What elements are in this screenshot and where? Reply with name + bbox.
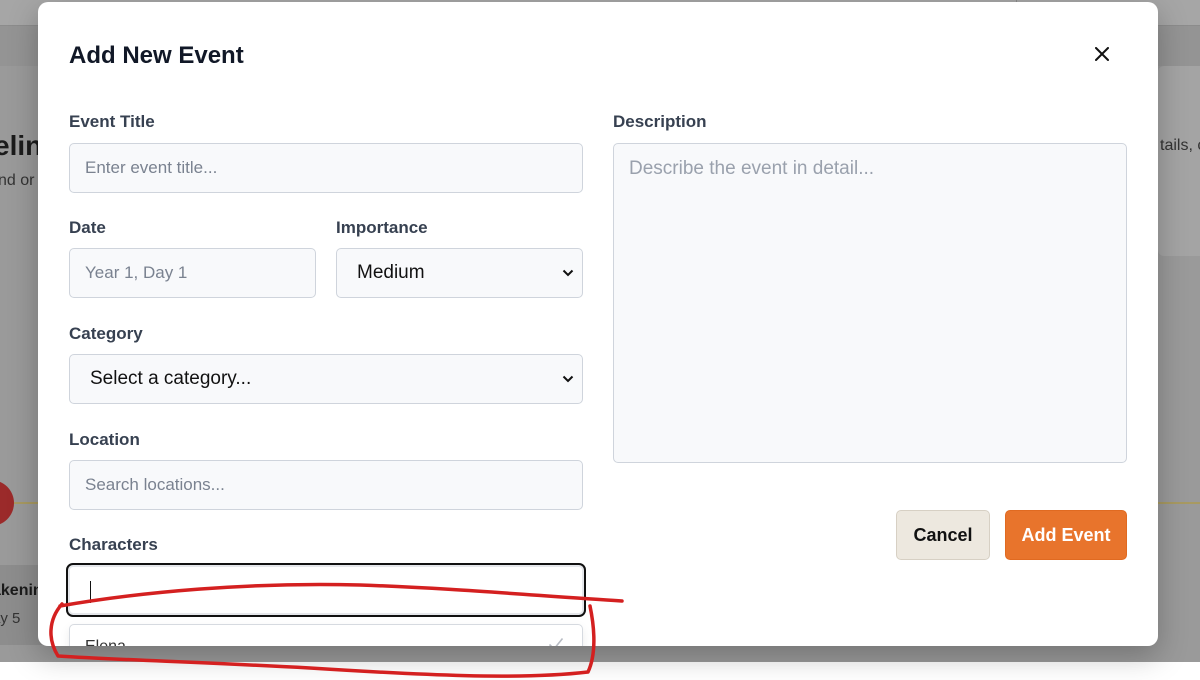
importance-select[interactable]: Medium bbox=[336, 248, 583, 298]
background-event-title: akenin bbox=[0, 582, 43, 599]
check-icon bbox=[548, 637, 564, 646]
timeline-marker bbox=[0, 480, 14, 526]
event-title-placeholder: Enter event title... bbox=[85, 158, 218, 177]
date-label: Date bbox=[69, 218, 106, 237]
characters-input[interactable] bbox=[66, 563, 586, 617]
background-page-title: elin bbox=[0, 130, 43, 161]
close-button[interactable] bbox=[1088, 40, 1116, 68]
background-subtitle: nd or bbox=[0, 172, 35, 189]
background-card bbox=[1158, 66, 1200, 256]
location-label: Location bbox=[69, 430, 140, 449]
importance-label: Importance bbox=[336, 218, 428, 237]
date-placeholder: Year 1, Day 1 bbox=[85, 263, 188, 282]
character-option[interactable]: Elena bbox=[70, 625, 584, 646]
event-title-input[interactable]: Enter event title... bbox=[69, 143, 583, 193]
date-input[interactable]: Year 1, Day 1 bbox=[69, 248, 316, 298]
event-title-label: Event Title bbox=[69, 112, 155, 131]
location-search-input[interactable]: Search locations... bbox=[69, 460, 583, 510]
importance-value: Medium bbox=[357, 262, 425, 283]
add-event-button[interactable]: Add Event bbox=[1005, 510, 1127, 560]
category-label: Category bbox=[69, 324, 143, 343]
background-side-text: tails, c bbox=[1160, 137, 1200, 154]
close-icon bbox=[1095, 47, 1109, 61]
category-value: Select a category... bbox=[90, 368, 252, 389]
description-textarea[interactable]: Describe the event in detail... bbox=[613, 143, 1127, 463]
background-event-date: ay 5 bbox=[0, 610, 21, 627]
characters-label: Characters bbox=[69, 535, 158, 554]
description-placeholder: Describe the event in detail... bbox=[629, 158, 875, 179]
cancel-button[interactable]: Cancel bbox=[896, 510, 990, 560]
character-option-label: Elena bbox=[85, 638, 126, 646]
location-placeholder: Search locations... bbox=[85, 475, 225, 494]
description-label: Description bbox=[613, 112, 707, 131]
chevron-down-icon bbox=[562, 375, 574, 383]
add-event-modal: Add New Event Event Title Enter event ti… bbox=[38, 2, 1158, 646]
chevron-down-icon bbox=[562, 269, 574, 277]
modal-title: Add New Event bbox=[69, 42, 244, 69]
text-caret bbox=[90, 581, 91, 603]
category-select[interactable]: Select a category... bbox=[69, 354, 583, 404]
characters-dropdown: Elena bbox=[69, 624, 583, 646]
